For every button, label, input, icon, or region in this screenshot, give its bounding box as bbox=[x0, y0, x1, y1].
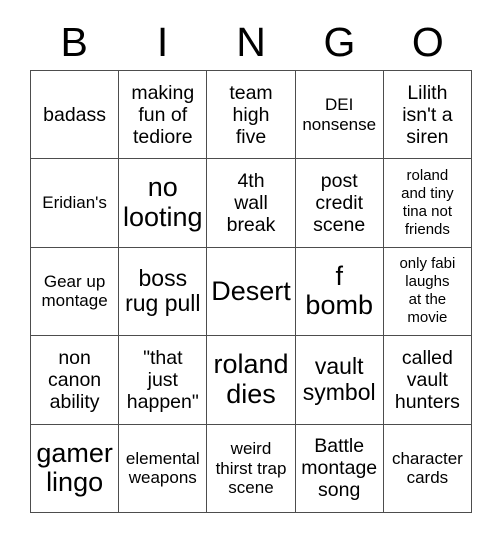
bingo-cell-i3[interactable]: boss rug pull bbox=[119, 247, 208, 337]
bingo-cell-label: f bomb bbox=[305, 260, 373, 321]
bingo-cell-i4[interactable]: "that just happen" bbox=[119, 336, 208, 425]
bingo-cell-o5[interactable]: character cards bbox=[383, 424, 472, 513]
bingo-cell-label: only fabi laughs at the movie bbox=[399, 255, 456, 327]
bingo-cell-n5[interactable]: weird thirst trap scene bbox=[207, 424, 296, 513]
bingo-cell-label: team high five bbox=[229, 81, 273, 148]
bingo-cell-label: weird thirst trap scene bbox=[215, 438, 287, 498]
bingo-grid: badass making fun of tediore team high f… bbox=[30, 70, 472, 513]
bingo-cell-label: post credit scene bbox=[313, 170, 366, 237]
bingo-cell-label: character cards bbox=[391, 448, 463, 488]
bingo-cell-label: elemental weapons bbox=[125, 448, 200, 488]
bingo-cell-n3[interactable]: Desert bbox=[207, 247, 296, 337]
bingo-cell-b3[interactable]: Gear up montage bbox=[31, 247, 120, 337]
bingo-header-row: B I N G O bbox=[30, 14, 472, 70]
bingo-cell-o4[interactable]: called vault hunters bbox=[383, 336, 472, 425]
bingo-cell-i2[interactable]: no looting bbox=[119, 159, 208, 248]
bingo-cell-g3[interactable]: f bomb bbox=[295, 247, 384, 337]
bingo-cell-o2[interactable]: roland and tiny tina not friends bbox=[383, 159, 472, 248]
bingo-cell-g4[interactable]: vault symbol bbox=[295, 336, 384, 425]
bingo-card: B I N G O badass making fun of tediore t… bbox=[0, 0, 500, 544]
bingo-cell-label: non canon ability bbox=[48, 346, 102, 413]
bingo-cell-i5[interactable]: elemental weapons bbox=[119, 424, 208, 513]
bingo-cell-label: called vault hunters bbox=[394, 346, 460, 413]
bingo-cell-label: gamer lingo bbox=[36, 437, 113, 498]
bingo-cell-label: Gear up montage bbox=[41, 271, 108, 311]
bingo-cell-g1[interactable]: DEI nonsense bbox=[295, 71, 384, 160]
bingo-header-letter-g: G bbox=[323, 18, 356, 65]
bingo-header-letter-o: O bbox=[411, 18, 444, 65]
bingo-header-letter-n: N bbox=[236, 18, 266, 65]
bingo-cell-n1[interactable]: team high five bbox=[207, 71, 296, 160]
bingo-cell-label: roland and tiny tina not friends bbox=[401, 167, 454, 239]
bingo-cell-label: Lilith isn't a siren bbox=[402, 81, 453, 148]
bingo-cell-label: DEI nonsense bbox=[302, 95, 377, 134]
bingo-cell-label: "that just happen" bbox=[126, 346, 199, 413]
bingo-cell-label: vault symbol bbox=[302, 353, 376, 405]
bingo-cell-g5[interactable]: Battle montage song bbox=[295, 424, 384, 513]
bingo-cell-b4[interactable]: non canon ability bbox=[31, 336, 120, 425]
bingo-header-letter-b: B bbox=[60, 18, 88, 65]
bingo-cell-label: badass bbox=[43, 103, 107, 126]
bingo-cell-b2[interactable]: Eridian's bbox=[31, 159, 120, 248]
bingo-cell-i1[interactable]: making fun of tediore bbox=[119, 71, 208, 160]
bingo-cell-b1[interactable]: badass bbox=[31, 71, 120, 160]
bingo-cell-b5[interactable]: gamer lingo bbox=[31, 424, 120, 513]
bingo-cell-label: roland dies bbox=[213, 349, 289, 409]
bingo-cell-o3[interactable]: only fabi laughs at the movie bbox=[383, 247, 472, 337]
bingo-cell-label: Desert bbox=[211, 275, 291, 306]
bingo-cell-label: boss rug pull bbox=[125, 264, 201, 317]
bingo-cell-label: making fun of tediore bbox=[131, 81, 195, 148]
bingo-cell-g2[interactable]: post credit scene bbox=[295, 159, 384, 248]
bingo-cell-label: 4th wall break bbox=[226, 170, 276, 237]
bingo-cell-label: Battle montage song bbox=[301, 435, 378, 502]
bingo-cell-o1[interactable]: Lilith isn't a siren bbox=[383, 71, 472, 160]
bingo-cell-n4[interactable]: roland dies bbox=[207, 336, 296, 425]
bingo-cell-n2[interactable]: 4th wall break bbox=[207, 159, 296, 248]
bingo-cell-label: no looting bbox=[123, 172, 203, 233]
bingo-header-letter-i: I bbox=[156, 18, 169, 65]
bingo-cell-label: Eridian's bbox=[42, 193, 107, 213]
